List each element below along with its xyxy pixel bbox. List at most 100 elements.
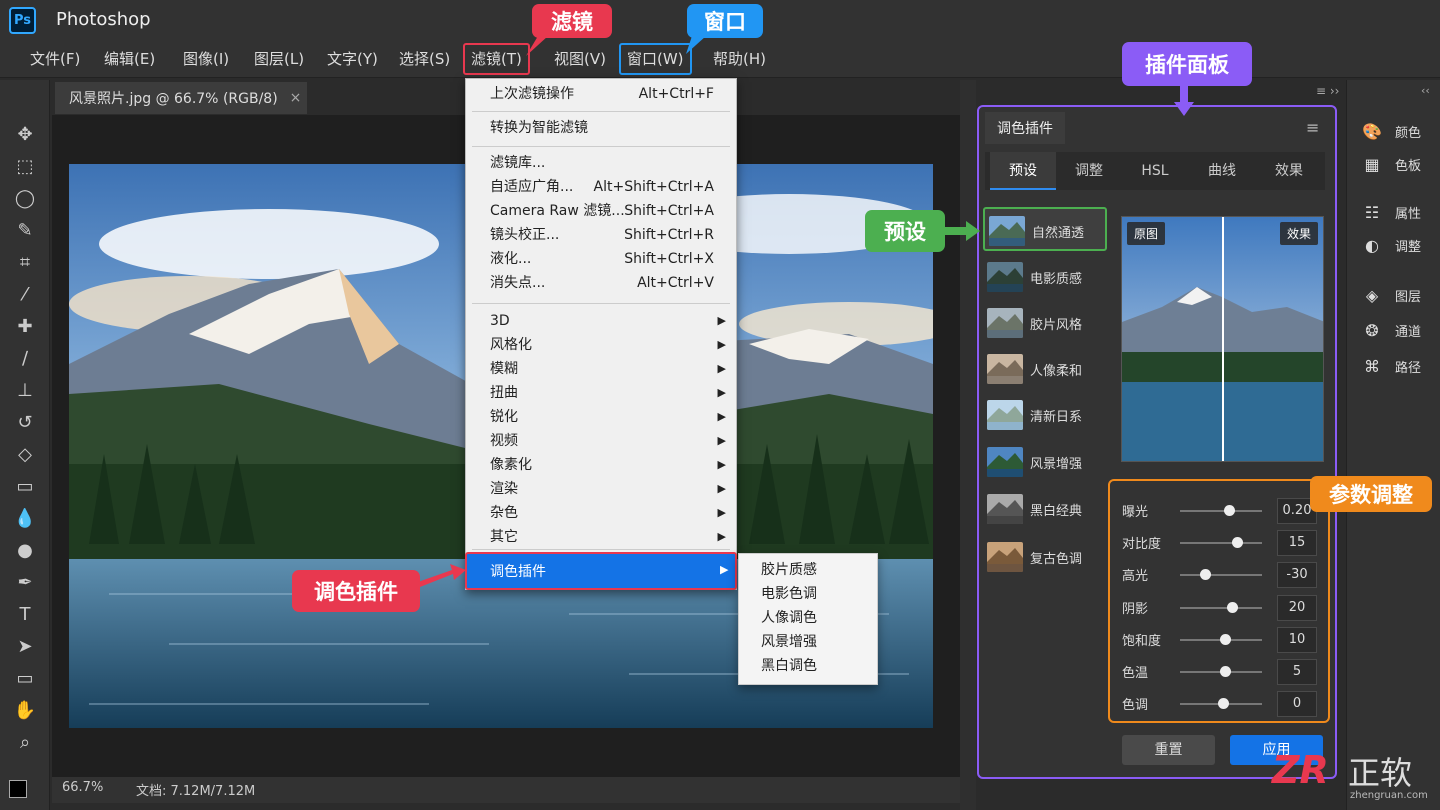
param-slider[interactable] xyxy=(1180,698,1262,709)
tab-adjust[interactable]: 调整 xyxy=(1056,152,1122,190)
dock-item-properties[interactable]: ☷ 属性 xyxy=(1361,199,1421,225)
menu-item-noise[interactable]: 杂色 ▶ xyxy=(466,501,736,525)
gradient-tool-icon[interactable]: ▭ xyxy=(11,472,39,500)
param-slider[interactable] xyxy=(1180,602,1262,613)
panel-options-icon[interactable]: ≡ ›› xyxy=(1316,84,1339,98)
menu-item-last-filter[interactable]: 上次滤镜操作 Alt+Ctrl+F xyxy=(466,82,736,106)
dock-item-paths[interactable]: ⌘ 路径 xyxy=(1361,353,1421,379)
submenu-item-bw[interactable]: 黑白调色 xyxy=(761,654,817,678)
watermark: ZR 正软 zhengruan.com xyxy=(1270,744,1440,810)
hand-tool-icon[interactable]: ✋ xyxy=(11,696,39,724)
lasso-tool-icon[interactable]: ◯ xyxy=(11,184,39,212)
zoom-tool-icon[interactable]: ⌕ xyxy=(11,728,39,756)
plugin-panel-title-tab[interactable]: 调色插件 xyxy=(985,112,1065,144)
type-tool-icon[interactable]: T xyxy=(11,600,39,628)
param-value-input[interactable]: 20 xyxy=(1277,595,1317,621)
menu-item-sharpen[interactable]: 锐化 ▶ xyxy=(466,405,736,429)
crop-tool-icon[interactable]: ⌗ xyxy=(11,248,39,276)
tab-hsl[interactable]: HSL xyxy=(1122,152,1188,190)
slider-knob[interactable] xyxy=(1226,602,1238,613)
param-slider[interactable] xyxy=(1180,634,1262,645)
preset-item-bw[interactable]: 黑白经典 xyxy=(983,487,1107,531)
menu-item-liquify[interactable]: 液化... Shift+Ctrl+X xyxy=(466,247,736,271)
preset-item-fresh[interactable]: 清新日系 xyxy=(983,393,1107,437)
dock-item-color[interactable]: 🎨 颜色 xyxy=(1361,118,1421,144)
submenu-item-landscape[interactable]: 风景增强 xyxy=(761,630,817,654)
menu-help[interactable]: 帮助(H) xyxy=(707,48,772,72)
dock-item-channels[interactable]: ❂ 通道 xyxy=(1361,317,1421,343)
foreground-color-swatch[interactable] xyxy=(9,780,27,798)
preset-item-cinema[interactable]: 电影质感 xyxy=(983,255,1107,299)
slider-knob[interactable] xyxy=(1199,569,1211,580)
menu-item-distort[interactable]: 扭曲 ▶ xyxy=(466,381,736,405)
param-slider[interactable] xyxy=(1180,569,1262,580)
preset-item-film[interactable]: 胶片风格 xyxy=(983,301,1107,345)
dock-item-layers[interactable]: ◈ 图层 xyxy=(1361,282,1421,308)
marquee-tool-icon[interactable]: ⬚ xyxy=(11,152,39,180)
preset-item-landscape[interactable]: 风景增强 xyxy=(983,440,1107,484)
reset-button[interactable]: 重置 xyxy=(1122,735,1215,765)
history-brush-tool-icon[interactable]: ↺ xyxy=(11,408,39,436)
preset-item-natural[interactable]: 自然通透 xyxy=(983,207,1107,251)
rectangle-tool-icon[interactable]: ▭ xyxy=(11,664,39,692)
menu-item-convert-smart-filter[interactable]: 转换为智能滤镜 xyxy=(466,116,736,140)
menu-item-lens-correction[interactable]: 镜头校正... Shift+Ctrl+R xyxy=(466,223,736,247)
quick-select-tool-icon[interactable]: ✎ xyxy=(11,216,39,244)
pen-tool-icon[interactable]: ✒ xyxy=(11,568,39,596)
param-slider[interactable] xyxy=(1180,505,1262,516)
collapse-icon[interactable]: ‹‹ xyxy=(1421,84,1430,97)
blur-tool-icon[interactable]: 💧 xyxy=(11,504,39,532)
path-select-tool-icon[interactable]: ➤ xyxy=(11,632,39,660)
eyedropper-tool-icon[interactable]: ⁄ xyxy=(11,280,39,308)
menu-item-camera-raw[interactable]: Camera Raw 滤镜... Shift+Ctrl+A xyxy=(466,199,736,223)
submenu-item-film[interactable]: 胶片质感 xyxy=(761,558,817,582)
param-slider[interactable] xyxy=(1180,666,1262,677)
submenu-item-cinema[interactable]: 电影色调 xyxy=(761,582,817,606)
eraser-tool-icon[interactable]: ◇ xyxy=(11,440,39,468)
before-after-preview[interactable]: 原图 效果 xyxy=(1121,216,1324,462)
preset-item-portrait[interactable]: 人像柔和 xyxy=(983,347,1107,391)
menu-item-stylize[interactable]: 风格化 ▶ xyxy=(466,333,736,357)
zoom-level[interactable]: 66.7% xyxy=(62,780,103,795)
document-tab[interactable]: 风景照片.jpg @ 66.7% (RGB/8) × xyxy=(55,82,307,114)
menu-item-other[interactable]: 其它 ▶ xyxy=(466,525,736,549)
healing-brush-tool-icon[interactable]: ✚ xyxy=(11,312,39,340)
param-slider[interactable] xyxy=(1180,537,1262,548)
menu-item-pixelate[interactable]: 像素化 ▶ xyxy=(466,453,736,477)
submenu-item-portrait[interactable]: 人像调色 xyxy=(761,606,817,630)
menu-file[interactable]: 文件(F) xyxy=(24,48,86,72)
dock-item-adjustments[interactable]: ◐ 调整 xyxy=(1361,232,1421,258)
tab-preset[interactable]: 预设 xyxy=(990,152,1056,190)
menu-item-filter-gallery[interactable]: 滤镜库... xyxy=(466,151,736,175)
param-value-input[interactable]: 5 xyxy=(1277,659,1317,685)
dock-item-swatches[interactable]: ▦ 色板 xyxy=(1361,151,1421,177)
menu-select[interactable]: 选择(S) xyxy=(393,48,456,72)
preset-thumbnail xyxy=(987,262,1023,292)
menu-item-video[interactable]: 视频 ▶ xyxy=(466,429,736,453)
param-value-input[interactable]: 10 xyxy=(1277,627,1317,653)
tab-curves[interactable]: 曲线 xyxy=(1189,152,1255,190)
menu-image[interactable]: 图像(I) xyxy=(177,48,235,72)
preset-item-retro[interactable]: 复古色调 xyxy=(983,535,1107,579)
menu-type[interactable]: 文字(Y) xyxy=(321,48,384,72)
param-value-input[interactable]: 15 xyxy=(1277,530,1317,556)
menu-item-blur[interactable]: 模糊 ▶ xyxy=(466,357,736,381)
stamp-tool-icon[interactable]: ⊥ xyxy=(11,376,39,404)
menu-item-render[interactable]: 渲染 ▶ xyxy=(466,477,736,501)
close-icon[interactable]: × xyxy=(290,90,302,106)
color-plugin-callout-arrow xyxy=(418,564,466,587)
hamburger-menu-icon[interactable]: ≡ xyxy=(1306,118,1319,137)
menu-item-vanishing-point[interactable]: 消失点... Alt+Ctrl+V xyxy=(466,271,736,295)
param-value-input[interactable]: 0 xyxy=(1277,691,1317,717)
tab-effects[interactable]: 效果 xyxy=(1256,152,1322,190)
menu-item-3d[interactable]: 3D ▶ xyxy=(466,309,736,333)
menu-layer[interactable]: 图层(L) xyxy=(248,48,310,72)
param-value-input[interactable]: -30 xyxy=(1277,562,1317,588)
move-tool-icon[interactable]: ✥ xyxy=(11,120,39,148)
brush-tool-icon[interactable]: ∕ xyxy=(11,344,39,372)
menu-edit[interactable]: 编辑(E) xyxy=(98,48,161,72)
menu-view[interactable]: 视图(V) xyxy=(548,48,612,72)
dodge-tool-icon[interactable]: ● xyxy=(11,536,39,564)
param-label: 色温 xyxy=(1122,666,1149,681)
menu-item-adaptive-wide-angle[interactable]: 自适应广角... Alt+Shift+Ctrl+A xyxy=(466,175,736,199)
